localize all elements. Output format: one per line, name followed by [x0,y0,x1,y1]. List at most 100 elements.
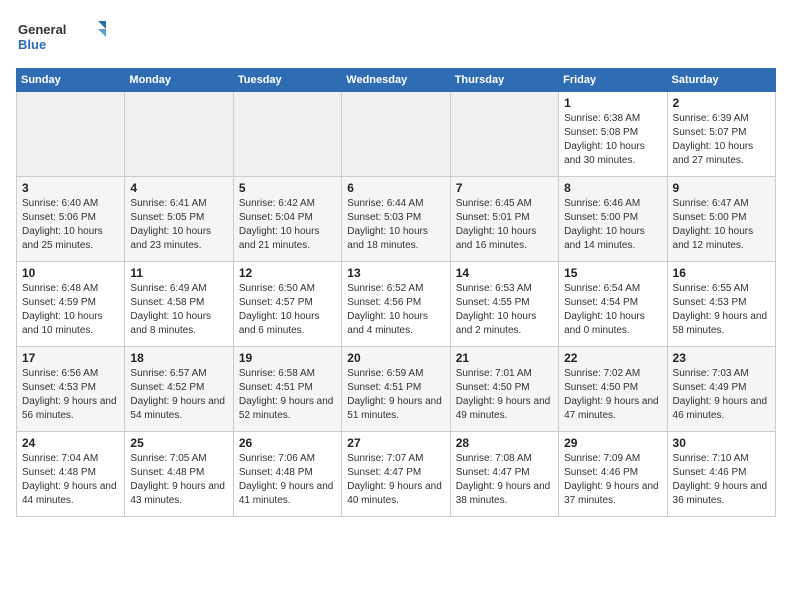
calendar-cell: 27 Sunrise: 7:07 AMSunset: 4:47 PMDayligh… [342,432,450,517]
col-header-sunday: Sunday [17,69,125,92]
day-info: Sunrise: 6:55 AMSunset: 4:53 PMDaylight:… [673,282,770,338]
day-number: 23 [673,351,770,365]
day-info: Sunrise: 6:39 AMSunset: 5:07 PMDaylight:… [673,112,770,168]
day-number: 22 [564,351,661,365]
calendar-cell [342,92,450,177]
day-info: Sunrise: 7:09 AMSunset: 4:46 PMDaylight:… [564,452,661,508]
day-number: 21 [456,351,553,365]
calendar-cell: 4 Sunrise: 6:41 AMSunset: 5:05 PMDaylight… [125,177,233,262]
day-number: 2 [673,96,770,110]
calendar-week-3: 10Sunrise: 6:48 AMSunset: 4:59 PMDayligh… [17,262,776,347]
col-header-tuesday: Tuesday [233,69,341,92]
logo: General Blue [16,16,106,56]
calendar-cell: 15 Sunrise: 6:54 AMSunset: 4:54 PMDayligh… [559,262,667,347]
col-header-saturday: Saturday [667,69,775,92]
calendar-week-5: 24 Sunrise: 7:04 AMSunset: 4:48 PMDayligh… [17,432,776,517]
day-number: 13 [347,266,444,280]
calendar-cell: 16 Sunrise: 6:55 AMSunset: 4:53 PMDayligh… [667,262,775,347]
day-info: Sunrise: 6:46 AMSunset: 5:00 PMDaylight:… [564,197,661,253]
day-number: 15 [564,266,661,280]
calendar-cell: 13 Sunrise: 6:52 AMSunset: 4:56 PMDayligh… [342,262,450,347]
day-number: 25 [130,436,227,450]
logo-svg: General Blue [16,16,106,56]
day-number: 18 [130,351,227,365]
day-info: Sunrise: 6:44 AMSunset: 5:03 PMDaylight:… [347,197,444,253]
calendar-body: 1 Sunrise: 6:38 AMSunset: 5:08 PMDaylight… [17,92,776,517]
calendar-cell [17,92,125,177]
day-info: Sunrise: 6:52 AMSunset: 4:56 PMDaylight:… [347,282,444,338]
day-info: Sunrise: 6:59 AMSunset: 4:51 PMDaylight:… [347,367,444,423]
calendar-cell: 30 Sunrise: 7:10 AMSunset: 4:46 PMDayligh… [667,432,775,517]
day-number: 3 [22,181,119,195]
calendar-cell: 19 Sunrise: 6:58 AMSunset: 4:51 PMDayligh… [233,347,341,432]
calendar-cell: 7 Sunrise: 6:45 AMSunset: 5:01 PMDaylight… [450,177,558,262]
col-header-friday: Friday [559,69,667,92]
day-info: Sunrise: 6:58 AMSunset: 4:51 PMDaylight:… [239,367,336,423]
day-number: 7 [456,181,553,195]
day-info: Sunrise: 7:04 AMSunset: 4:48 PMDaylight:… [22,452,119,508]
calendar-cell: 26Sunrise: 7:06 AMSunset: 4:48 PMDayligh… [233,432,341,517]
day-info: Sunrise: 6:54 AMSunset: 4:54 PMDaylight:… [564,282,661,338]
day-number: 5 [239,181,336,195]
day-info: Sunrise: 6:49 AMSunset: 4:58 PMDaylight:… [130,282,227,338]
day-number: 19 [239,351,336,365]
calendar-cell [233,92,341,177]
day-info: Sunrise: 6:57 AMSunset: 4:52 PMDaylight:… [130,367,227,423]
calendar-cell [125,92,233,177]
day-info: Sunrise: 7:06 AMSunset: 4:48 PMDaylight:… [239,452,336,508]
calendar-cell: 12 Sunrise: 6:50 AMSunset: 4:57 PMDayligh… [233,262,341,347]
calendar-cell: 11 Sunrise: 6:49 AMSunset: 4:58 PMDayligh… [125,262,233,347]
calendar-cell: 21 Sunrise: 7:01 AMSunset: 4:50 PMDayligh… [450,347,558,432]
day-info: Sunrise: 7:08 AMSunset: 4:47 PMDaylight:… [456,452,553,508]
day-info: Sunrise: 6:47 AMSunset: 5:00 PMDaylight:… [673,197,770,253]
col-header-monday: Monday [125,69,233,92]
calendar-cell: 3Sunrise: 6:40 AMSunset: 5:06 PMDaylight… [17,177,125,262]
calendar-week-2: 3Sunrise: 6:40 AMSunset: 5:06 PMDaylight… [17,177,776,262]
calendar-cell: 8 Sunrise: 6:46 AMSunset: 5:00 PMDaylight… [559,177,667,262]
calendar-table: SundayMondayTuesdayWednesdayThursdayFrid… [16,68,776,517]
day-number: 12 [239,266,336,280]
calendar-cell [450,92,558,177]
day-info: Sunrise: 6:45 AMSunset: 5:01 PMDaylight:… [456,197,553,253]
calendar-cell: 20Sunrise: 6:59 AMSunset: 4:51 PMDayligh… [342,347,450,432]
day-info: Sunrise: 7:01 AMSunset: 4:50 PMDaylight:… [456,367,553,423]
calendar-week-1: 1 Sunrise: 6:38 AMSunset: 5:08 PMDaylight… [17,92,776,177]
day-number: 11 [130,266,227,280]
day-number: 16 [673,266,770,280]
day-info: Sunrise: 6:41 AMSunset: 5:05 PMDaylight:… [130,197,227,253]
day-info: Sunrise: 6:38 AMSunset: 5:08 PMDaylight:… [564,112,661,168]
calendar-cell: 1 Sunrise: 6:38 AMSunset: 5:08 PMDaylight… [559,92,667,177]
day-number: 14 [456,266,553,280]
page-header: General Blue [16,16,776,56]
calendar-cell: 6Sunrise: 6:44 AMSunset: 5:03 PMDaylight… [342,177,450,262]
day-info: Sunrise: 7:05 AMSunset: 4:48 PMDaylight:… [130,452,227,508]
calendar-cell: 5 Sunrise: 6:42 AMSunset: 5:04 PMDaylight… [233,177,341,262]
day-info: Sunrise: 6:48 AMSunset: 4:59 PMDaylight:… [22,282,119,338]
calendar-cell: 23 Sunrise: 7:03 AMSunset: 4:49 PMDayligh… [667,347,775,432]
svg-text:General: General [18,22,66,37]
calendar-cell: 24 Sunrise: 7:04 AMSunset: 4:48 PMDayligh… [17,432,125,517]
svg-text:Blue: Blue [18,37,46,52]
day-number: 27 [347,436,444,450]
day-info: Sunrise: 6:50 AMSunset: 4:57 PMDaylight:… [239,282,336,338]
day-number: 28 [456,436,553,450]
day-info: Sunrise: 6:53 AMSunset: 4:55 PMDaylight:… [456,282,553,338]
calendar-cell: 25 Sunrise: 7:05 AMSunset: 4:48 PMDayligh… [125,432,233,517]
day-number: 1 [564,96,661,110]
day-number: 8 [564,181,661,195]
calendar-header-row: SundayMondayTuesdayWednesdayThursdayFrid… [17,69,776,92]
col-header-wednesday: Wednesday [342,69,450,92]
calendar-cell: 29Sunrise: 7:09 AMSunset: 4:46 PMDayligh… [559,432,667,517]
day-number: 24 [22,436,119,450]
day-info: Sunrise: 7:03 AMSunset: 4:49 PMDaylight:… [673,367,770,423]
calendar-cell: 22Sunrise: 7:02 AMSunset: 4:50 PMDayligh… [559,347,667,432]
calendar-cell: 10Sunrise: 6:48 AMSunset: 4:59 PMDayligh… [17,262,125,347]
day-number: 30 [673,436,770,450]
day-info: Sunrise: 6:56 AMSunset: 4:53 PMDaylight:… [22,367,119,423]
day-info: Sunrise: 7:07 AMSunset: 4:47 PMDaylight:… [347,452,444,508]
day-number: 4 [130,181,227,195]
calendar-cell: 14 Sunrise: 6:53 AMSunset: 4:55 PMDayligh… [450,262,558,347]
day-info: Sunrise: 6:42 AMSunset: 5:04 PMDaylight:… [239,197,336,253]
day-number: 9 [673,181,770,195]
day-info: Sunrise: 7:10 AMSunset: 4:46 PMDaylight:… [673,452,770,508]
